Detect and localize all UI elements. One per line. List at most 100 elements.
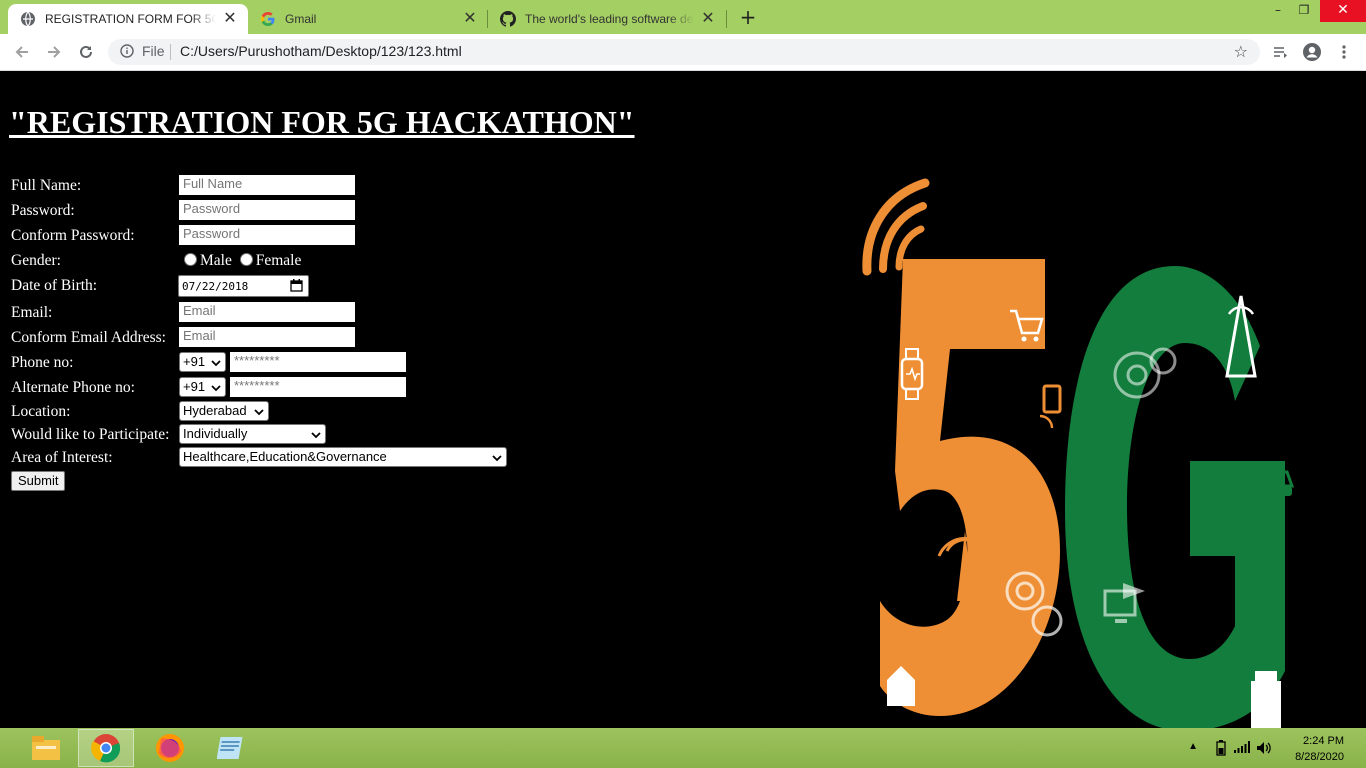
phone-code-value: +91 bbox=[183, 354, 206, 369]
phone-input[interactable]: ********* bbox=[230, 352, 406, 372]
password-label: Password: bbox=[11, 202, 75, 219]
close-tab-icon[interactable]: ✕ bbox=[462, 11, 478, 27]
page-title: "REGISTRATION FOR 5G HACKATHON" bbox=[9, 104, 635, 140]
close-window-button[interactable]: ✕ bbox=[1320, 0, 1366, 22]
gender-row: Gender: Male Female bbox=[11, 250, 531, 272]
new-tab-button[interactable]: + bbox=[736, 5, 760, 29]
media-queue-icon[interactable] bbox=[1268, 40, 1292, 64]
confirm-password-label: Conform Password: bbox=[11, 227, 135, 244]
firefox-button[interactable] bbox=[142, 729, 198, 767]
info-icon[interactable] bbox=[120, 44, 134, 61]
menu-kebab-icon[interactable] bbox=[1332, 40, 1356, 64]
google-icon bbox=[260, 11, 276, 27]
page-content: "REGISTRATION FOR 5G HACKATHON" Full Nam… bbox=[0, 71, 1366, 731]
show-hidden-icons-icon[interactable]: ▲ bbox=[1188, 741, 1198, 752]
file-explorer-icon bbox=[32, 736, 60, 760]
firefox-icon bbox=[156, 734, 184, 762]
full-name-label: Full Name: bbox=[11, 177, 82, 194]
chevron-down-icon bbox=[211, 356, 221, 371]
confirm-email-input[interactable]: Email bbox=[179, 327, 355, 347]
confirm-password-row: Conform Password: Password bbox=[11, 225, 531, 247]
gender-label: Gender: bbox=[11, 252, 61, 269]
interest-select[interactable]: Healthcare,Education&Governance bbox=[179, 447, 507, 467]
gender-options: Male Female bbox=[184, 252, 301, 270]
chevron-down-icon bbox=[311, 428, 321, 443]
alt-phone-input[interactable]: ********* bbox=[230, 377, 406, 397]
phone-code-select[interactable]: +91 bbox=[179, 352, 226, 372]
tab-github[interactable]: The world's leading software development… bbox=[488, 4, 726, 34]
dob-label: Date of Birth: bbox=[11, 277, 98, 294]
dob-value: 07/22/2018 bbox=[182, 280, 249, 293]
file-explorer-button[interactable] bbox=[18, 729, 74, 767]
alt-phone-label: Alternate Phone no: bbox=[11, 379, 135, 396]
location-row: Location: Hyderabad bbox=[11, 401, 531, 423]
clock-time: 2:24 PM bbox=[1303, 735, 1344, 747]
network-signal-icon bbox=[1234, 741, 1250, 753]
tab-title: REGISTRATION FORM FOR 5G HACKATHON bbox=[45, 12, 216, 26]
back-button[interactable] bbox=[10, 40, 34, 64]
browser-tab-strip: REGISTRATION FORM FOR 5G HACKATHON ✕ Gma… bbox=[0, 0, 1366, 34]
participate-select[interactable]: Individually bbox=[179, 424, 326, 444]
building-icon bbox=[1251, 671, 1281, 731]
clock[interactable]: 2:24 PM 8/28/2020 bbox=[1284, 733, 1344, 765]
confirm-password-input[interactable]: Password bbox=[179, 225, 355, 245]
interest-value: Healthcare,Education&Governance bbox=[183, 449, 387, 464]
alt-phone-row: Alternate Phone no: +91 ********* bbox=[11, 377, 531, 399]
male-label: Male bbox=[200, 252, 232, 269]
back-arrow-icon bbox=[15, 46, 28, 58]
bookmark-star-icon[interactable]: ☆ bbox=[1234, 42, 1248, 61]
full-name-row: Full Name: Full Name bbox=[11, 175, 531, 197]
5g-illustration bbox=[862, 178, 1295, 731]
location-select[interactable]: Hyderabad bbox=[179, 401, 269, 421]
confirm-email-label: Conform Email Address: bbox=[11, 329, 166, 346]
tab-separator bbox=[726, 10, 727, 28]
five-shape bbox=[880, 259, 1060, 716]
windows-taskbar: ▲ 2:24 PM 8/28/2020 bbox=[0, 728, 1366, 768]
interest-row: Area of Interest: Healthcare,Education&G… bbox=[11, 447, 531, 469]
female-radio[interactable] bbox=[239, 253, 253, 266]
volume-icon bbox=[1257, 742, 1271, 754]
file-scheme-label: File bbox=[142, 43, 165, 59]
g-shape bbox=[1065, 266, 1285, 731]
restore-button[interactable]: ❐ bbox=[1288, 0, 1320, 22]
dob-input[interactable]: 07/22/2018 bbox=[178, 275, 309, 297]
phone-row: Phone no: +91 ********* bbox=[11, 352, 531, 374]
calendar-icon[interactable] bbox=[290, 279, 303, 295]
chevron-down-icon bbox=[254, 405, 264, 420]
male-radio[interactable] bbox=[184, 253, 197, 266]
email-row: Email: Email bbox=[11, 302, 531, 324]
alt-phone-code-select[interactable]: +91 bbox=[179, 377, 226, 397]
participate-row: Would like to Participate: Individually bbox=[11, 424, 531, 446]
tab-title: Gmail bbox=[285, 12, 317, 26]
close-tab-icon[interactable]: ✕ bbox=[222, 11, 238, 27]
reload-icon bbox=[80, 45, 92, 58]
chrome-button[interactable] bbox=[78, 729, 134, 767]
confirm-email-row: Conform Email Address: Email bbox=[11, 327, 531, 349]
reload-button[interactable] bbox=[74, 40, 98, 64]
address-bar[interactable]: File C:/Users/Purushotham/Desktop/123/12… bbox=[108, 39, 1260, 65]
password-input[interactable]: Password bbox=[179, 200, 355, 220]
tab-gmail[interactable]: Gmail ✕ bbox=[248, 4, 488, 34]
browser-toolbar: File C:/Users/Purushotham/Desktop/123/12… bbox=[0, 34, 1366, 71]
forward-button[interactable] bbox=[42, 40, 66, 64]
forward-arrow-icon bbox=[48, 46, 61, 58]
submit-row: Submit bbox=[11, 471, 531, 493]
email-input[interactable]: Email bbox=[179, 302, 355, 322]
url-text[interactable]: C:/Users/Purushotham/Desktop/123/123.htm… bbox=[180, 43, 462, 59]
location-label: Location: bbox=[11, 403, 71, 420]
close-tab-icon[interactable]: ✕ bbox=[700, 11, 716, 27]
location-value: Hyderabad bbox=[183, 403, 247, 418]
phone-signal-icon bbox=[1039, 384, 1062, 429]
participate-value: Individually bbox=[183, 426, 248, 441]
tab-registration-form[interactable]: REGISTRATION FORM FOR 5G HACKATHON ✕ bbox=[8, 4, 248, 34]
submit-button[interactable]: Submit bbox=[11, 471, 66, 491]
chevron-down-icon bbox=[492, 451, 502, 466]
profile-avatar-icon[interactable] bbox=[1300, 40, 1324, 64]
notepad-icon bbox=[217, 737, 243, 759]
notepad-button[interactable] bbox=[204, 729, 260, 767]
battery-icon bbox=[1216, 740, 1226, 756]
alt-phone-code-value: +91 bbox=[183, 379, 206, 394]
email-label: Email: bbox=[11, 304, 53, 321]
full-name-input[interactable]: Full Name bbox=[179, 175, 355, 195]
password-row: Password: Password bbox=[11, 200, 531, 222]
